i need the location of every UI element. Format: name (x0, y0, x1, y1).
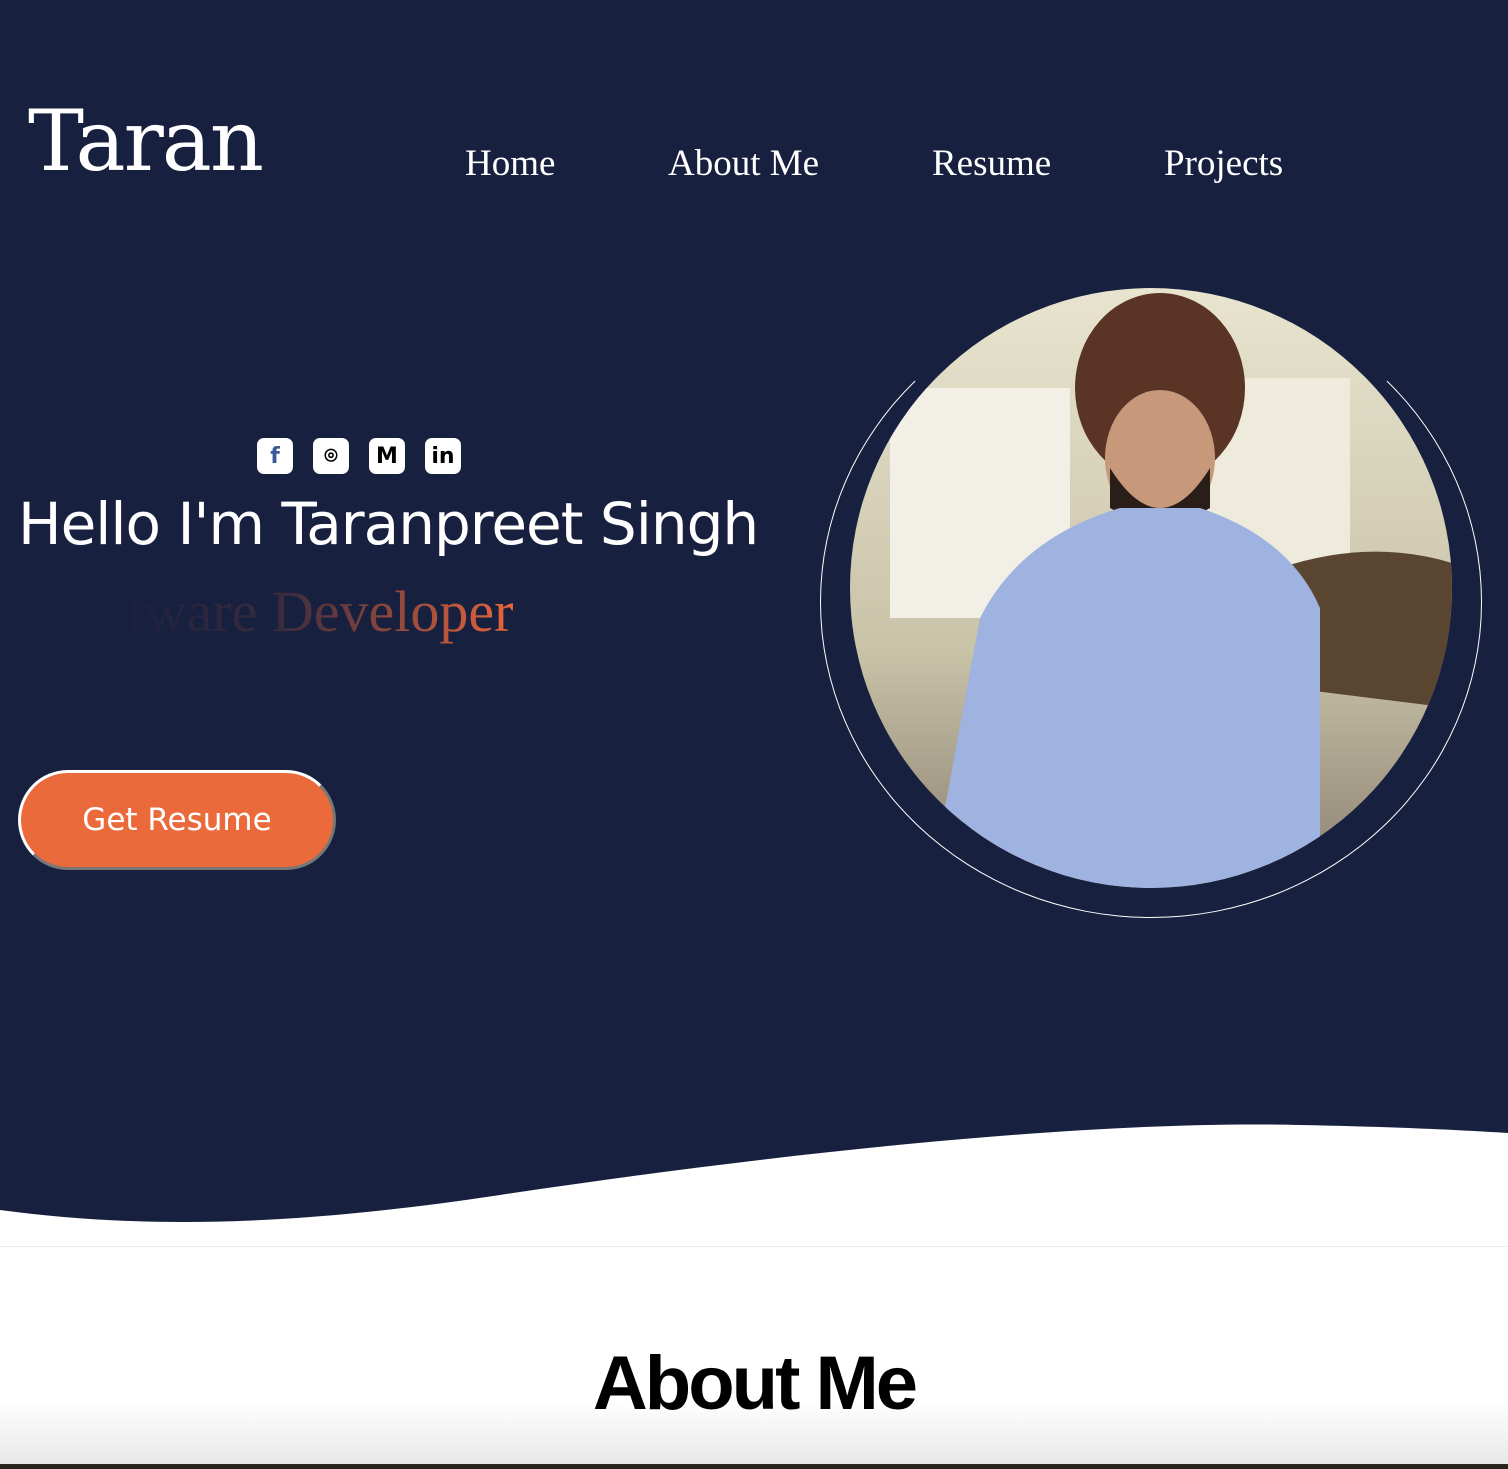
site-logo[interactable]: Taran (28, 92, 264, 190)
nav-resume[interactable]: Resume (932, 142, 1051, 185)
section-divider (0, 1246, 1508, 1247)
linkedin-icon[interactable]: in (425, 438, 461, 474)
social-links: f ⌾ M in (257, 438, 461, 474)
gmail-icon[interactable]: M (369, 438, 405, 474)
nav-home[interactable]: Home (465, 142, 555, 185)
profile-photo (850, 288, 1452, 888)
get-resume-button[interactable]: Get Resume (18, 770, 336, 870)
nav-projects[interactable]: Projects (1164, 142, 1283, 185)
wave-divider (0, 1124, 1508, 1250)
hero-role-typing: Software Developer (48, 579, 514, 644)
about-image-edge (0, 1464, 1508, 1469)
hero-greeting: Hello I'm Taranpreet Singh (18, 490, 759, 558)
about-me-heading: About Me (592, 1341, 918, 1426)
nav-about-me[interactable]: About Me (668, 142, 819, 185)
facebook-icon[interactable]: f (257, 438, 293, 474)
github-icon[interactable]: ⌾ (313, 438, 349, 474)
